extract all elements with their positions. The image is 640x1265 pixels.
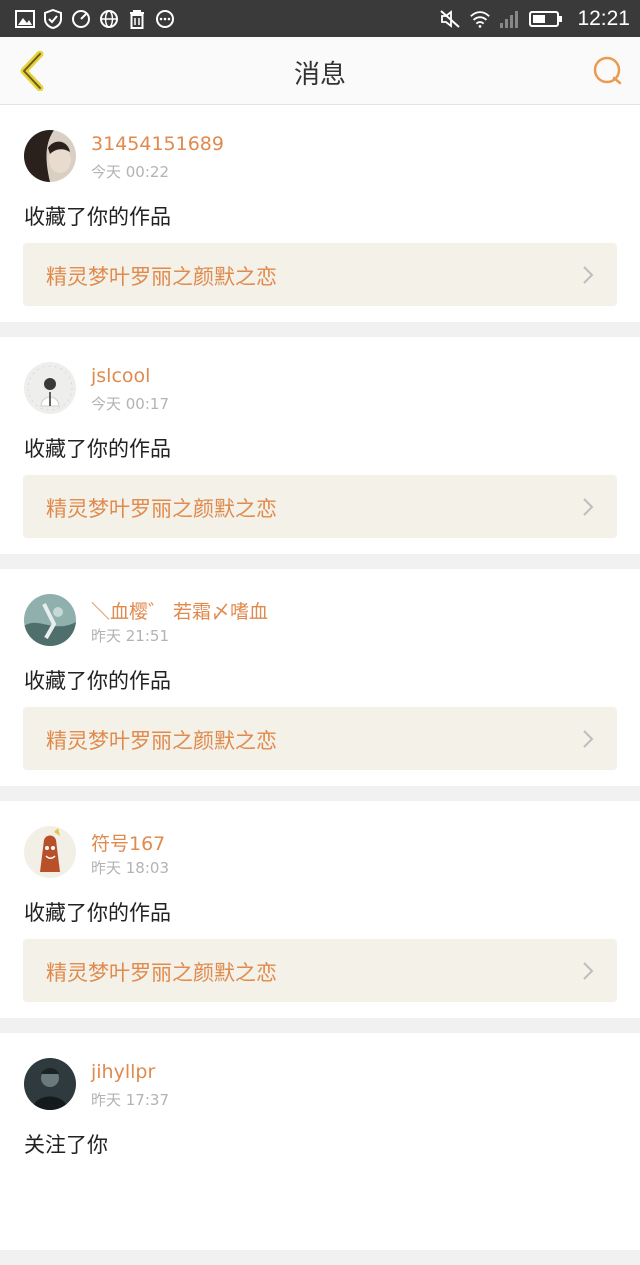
message-card: 符号167 昨天 18:03 收藏了你的作品 精灵梦叶罗丽之颜默之恋 — [0, 801, 640, 1018]
message-card: 31454151689 今天 00:22 收藏了你的作品 精灵梦叶罗丽之颜默之恋 — [0, 105, 640, 322]
work-link[interactable]: 精灵梦叶罗丽之颜默之恋 — [23, 939, 617, 1002]
avatar[interactable] — [24, 362, 76, 414]
work-link[interactable]: 精灵梦叶罗丽之颜默之恋 — [23, 475, 617, 538]
trash-icon — [126, 9, 148, 29]
message-time: 昨天 18:03 — [91, 859, 169, 877]
avatar[interactable] — [24, 130, 76, 182]
battery-icon — [529, 9, 563, 29]
page-title: 消息 — [293, 60, 346, 90]
status-bar: 12:21 — [0, 0, 640, 37]
chevron-right-icon — [583, 266, 594, 284]
system-icons: 12:21 — [439, 6, 630, 32]
message-list: 31454151689 今天 00:22 收藏了你的作品 精灵梦叶罗丽之颜默之恋… — [0, 105, 640, 1265]
message-time: 昨天 21:51 — [91, 627, 169, 645]
work-link[interactable]: 精灵梦叶罗丽之颜默之恋 — [23, 243, 617, 306]
message-card: jslcool 今天 00:17 收藏了你的作品 精灵梦叶罗丽之颜默之恋 — [0, 337, 640, 554]
username[interactable]: ＼血樱゛ 若霜〆嗜血 — [91, 597, 268, 624]
avatar[interactable] — [24, 1058, 76, 1110]
message-text: 收藏了你的作品 — [24, 669, 171, 693]
message-text: 收藏了你的作品 — [24, 437, 171, 461]
avatar[interactable] — [24, 826, 76, 878]
wifi-icon — [469, 9, 491, 29]
message-text: 收藏了你的作品 — [24, 205, 171, 229]
signal-icon — [499, 9, 521, 29]
message-card: ＼血樱゛ 若霜〆嗜血 昨天 21:51 收藏了你的作品 精灵梦叶罗丽之颜默之恋 — [0, 569, 640, 786]
message-card: jihyllpr 昨天 17:37 关注了你 — [0, 1033, 640, 1250]
image-icon — [14, 9, 36, 29]
username[interactable]: 符号167 — [91, 829, 165, 856]
clock: 12:21 — [577, 7, 630, 30]
work-link[interactable]: 精灵梦叶罗丽之颜默之恋 — [23, 707, 617, 770]
notification-icons — [14, 9, 176, 29]
globe-icon — [98, 9, 120, 29]
username[interactable]: jslcool — [91, 365, 150, 387]
search-button[interactable] — [586, 49, 630, 93]
search-icon — [593, 56, 622, 85]
nav-bar: 消息 — [0, 37, 640, 105]
message-time: 今天 00:17 — [91, 395, 169, 413]
chevron-right-icon — [583, 730, 594, 748]
chevron-right-icon — [583, 962, 594, 980]
avatar[interactable] — [24, 594, 76, 646]
work-title: 精灵梦叶罗丽之颜默之恋 — [46, 961, 277, 985]
message-time: 昨天 17:37 — [91, 1091, 169, 1109]
work-title: 精灵梦叶罗丽之颜默之恋 — [46, 729, 277, 753]
message-text: 关注了你 — [24, 1133, 108, 1157]
username[interactable]: 31454151689 — [91, 133, 224, 155]
message-time: 今天 00:22 — [91, 163, 169, 181]
gauge-icon — [70, 9, 92, 29]
username[interactable]: jihyllpr — [91, 1061, 155, 1083]
shield-icon — [42, 9, 64, 29]
chevron-right-icon — [583, 498, 594, 516]
more-icon — [154, 9, 176, 29]
work-title: 精灵梦叶罗丽之颜默之恋 — [46, 265, 277, 289]
work-title: 精灵梦叶罗丽之颜默之恋 — [46, 497, 277, 521]
mute-icon — [439, 9, 461, 29]
message-text: 收藏了你的作品 — [24, 901, 171, 925]
